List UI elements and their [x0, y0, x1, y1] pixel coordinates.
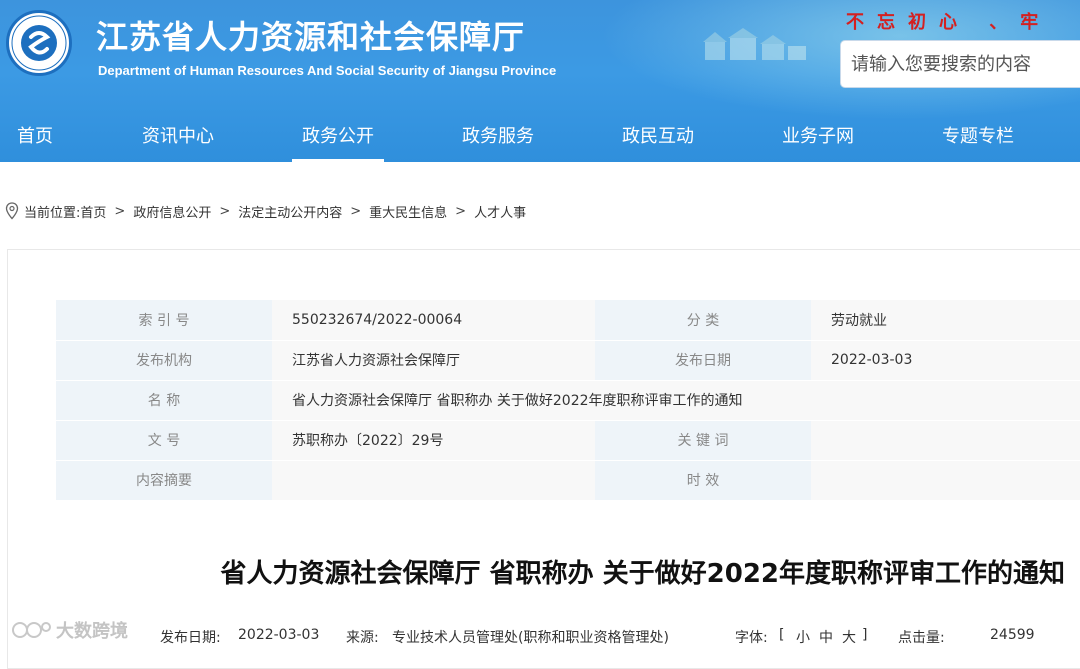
date-label: 发布日期 — [595, 340, 811, 381]
name-value: 省人力资源社会保障厅 省职称办 关于做好2022年度职称评审工作的通知 — [272, 380, 1080, 421]
font-bracket-open: [ — [779, 627, 785, 643]
nav-item-services[interactable]: 政务服务 — [462, 114, 534, 162]
nav-item-gov-affairs[interactable]: 政务公开 — [292, 114, 384, 162]
docno-label: 文 号 — [56, 420, 272, 461]
breadcrumb-prefix: 当前位置: — [24, 205, 81, 221]
breadcrumb-separator: > — [350, 203, 362, 219]
breadcrumb: 当前位置: 首页 > 政府信息公开 > 法定主动公开内容 > 重大民生信息 > … — [5, 200, 526, 222]
table-row: 发布机构 江苏省人力资源社会保障厅 发布日期 2022-03-03 — [56, 340, 1080, 381]
breadcrumb-item-statutory[interactable]: 法定主动公开内容 — [238, 202, 342, 221]
breadcrumb-item-home[interactable]: 首页 — [80, 202, 106, 221]
nav-item-subsites[interactable]: 业务子网 — [782, 114, 854, 162]
breadcrumb-separator: > — [219, 203, 231, 219]
publish-date-label: 发布日期: — [160, 630, 221, 646]
font-large-button[interactable]: 大 — [842, 627, 856, 647]
article-title: 省人力资源社会保障厅 省职称办 关于做好2022年度职称评审工作的通知 — [220, 559, 1065, 589]
table-row: 名 称 省人力资源社会保障厅 省职称办 关于做好2022年度职称评审工作的通知 — [56, 380, 1080, 421]
document-metadata-table: 索 引 号 550232674/2022-00064 分 类 劳动就业 发布机构… — [56, 300, 1080, 501]
watermark-text: 大数跨境 — [56, 621, 128, 642]
category-label: 分 类 — [595, 300, 811, 341]
watermark: 大数跨境 — [10, 617, 128, 643]
nav-item-topics[interactable]: 专题专栏 — [942, 114, 1014, 162]
font-size-label: 字体: — [735, 630, 768, 646]
validity-label: 时 效 — [595, 460, 811, 501]
table-row: 内容摘要 时 效 — [56, 460, 1080, 501]
publish-date-value: 2022-03-03 — [238, 627, 320, 643]
keywords-label: 关 键 词 — [595, 420, 811, 461]
font-medium-button[interactable]: 中 — [819, 627, 833, 647]
breadcrumb-item-talent[interactable]: 人才人事 — [474, 202, 526, 221]
font-bracket-close: ] — [862, 627, 868, 643]
name-label: 名 称 — [56, 380, 272, 421]
slogan: 不忘初心 、牢 — [846, 12, 1052, 33]
location-pin-icon — [5, 202, 19, 220]
validity-value — [811, 460, 1080, 501]
table-row: 文 号 苏职称办〔2022〕29号 关 键 词 — [56, 420, 1080, 461]
site-title[interactable]: 江苏省人力资源和社会保障厅 — [96, 12, 525, 58]
keywords-value — [811, 420, 1080, 461]
watermark-logo-icon — [12, 622, 51, 638]
main-nav: 首页 资讯中心 政务公开 政务服务 政民互动 业务子网 专题专栏 — [0, 114, 1080, 162]
town-skyline-decoration — [703, 28, 806, 60]
docno-value: 苏职称办〔2022〕29号 — [272, 420, 595, 461]
search-input[interactable] — [841, 41, 1071, 87]
index-label: 索 引 号 — [56, 300, 272, 341]
source-label: 来源: — [346, 630, 379, 646]
views-value: 24599 — [990, 627, 1035, 643]
breadcrumb-separator: > — [114, 203, 126, 219]
org-label: 发布机构 — [56, 340, 272, 381]
org-value: 江苏省人力资源社会保障厅 — [272, 340, 595, 381]
breadcrumb-item-info-disclosure[interactable]: 政府信息公开 — [133, 202, 211, 221]
nav-item-interaction[interactable]: 政民互动 — [622, 114, 694, 162]
table-row: 索 引 号 550232674/2022-00064 分 类 劳动就业 — [56, 300, 1080, 341]
site-title-english: Department of Human Resources And Social… — [98, 63, 557, 78]
nav-item-home[interactable]: 首页 — [17, 114, 53, 162]
breadcrumb-separator: > — [455, 203, 467, 219]
abstract-value — [272, 460, 595, 501]
department-seal-logo[interactable] — [6, 10, 72, 76]
font-small-button[interactable]: 小 — [796, 627, 810, 647]
nav-item-news[interactable]: 资讯中心 — [142, 114, 214, 162]
category-value: 劳动就业 — [811, 300, 1080, 341]
breadcrumb-item-livelihood[interactable]: 重大民生信息 — [369, 202, 447, 221]
abstract-label: 内容摘要 — [56, 460, 272, 501]
date-value: 2022-03-03 — [811, 340, 1080, 381]
site-header: 江苏省人力资源和社会保障厅 Department of Human Resour… — [0, 0, 1080, 162]
views-label: 点击量: — [898, 630, 945, 646]
source-value: 专业技术人员管理处(职称和职业资格管理处) — [392, 630, 669, 646]
search-box[interactable] — [840, 40, 1080, 88]
index-value: 550232674/2022-00064 — [272, 300, 595, 341]
